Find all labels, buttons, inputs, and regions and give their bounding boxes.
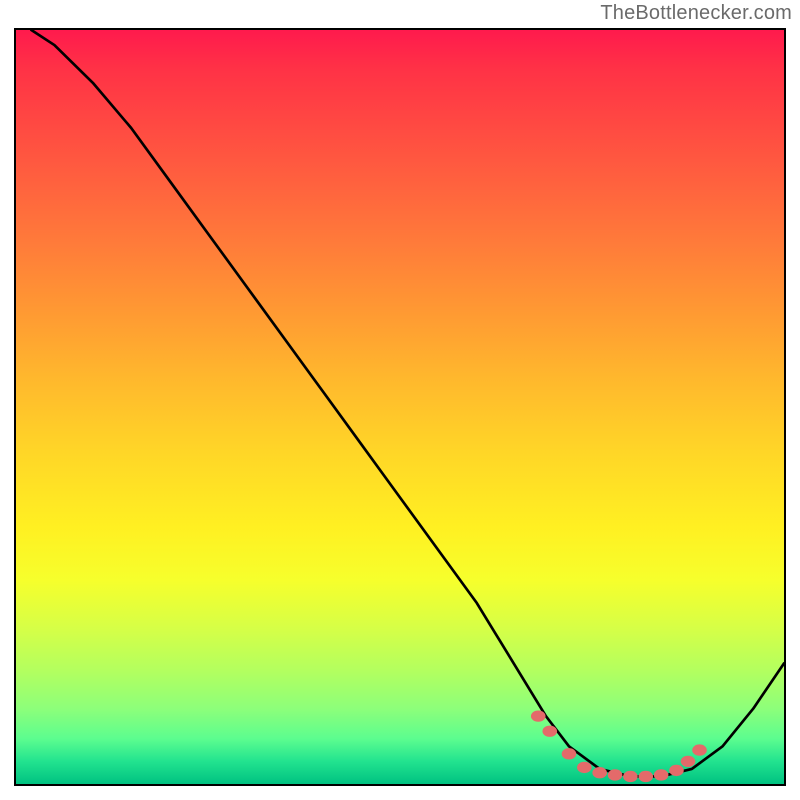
curve-svg — [16, 30, 784, 784]
highlight-dot — [669, 765, 684, 776]
highlight-dot — [608, 769, 623, 780]
bottleneck-curve-path — [31, 30, 784, 776]
highlight-dot — [681, 756, 696, 767]
highlight-dot — [692, 744, 707, 755]
highlight-dot — [542, 726, 557, 737]
highlight-dots-group — [531, 710, 707, 782]
bottleneck-chart: TheBottlenecker.com — [0, 0, 800, 800]
highlight-dot — [654, 769, 669, 780]
highlight-dot — [623, 771, 638, 782]
plot-area — [14, 28, 786, 786]
attribution-text: TheBottlenecker.com — [600, 2, 792, 25]
highlight-dot — [592, 767, 607, 778]
highlight-dot — [562, 748, 577, 759]
highlight-dot — [638, 771, 653, 782]
highlight-dot — [531, 710, 546, 721]
highlight-dot — [577, 762, 592, 773]
